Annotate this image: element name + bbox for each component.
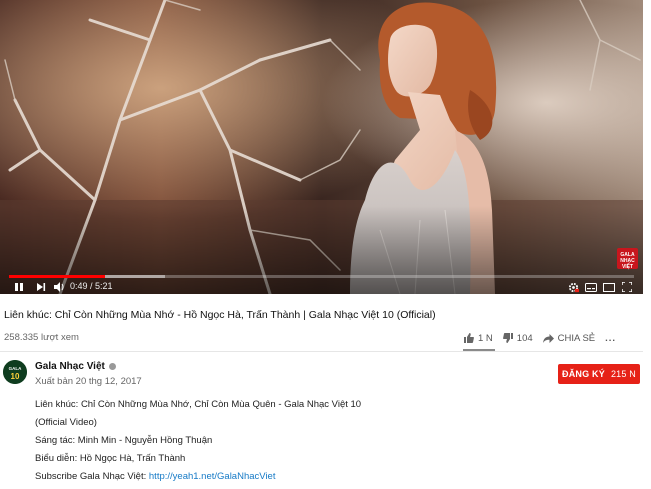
subtitles-icon: [585, 282, 597, 292]
avatar-logo: GALA 10: [3, 360, 27, 384]
subtitles-button[interactable]: [584, 280, 598, 294]
video-actions: 1 N 104 CHIA SẺ ...: [464, 331, 626, 345]
share-label: CHIA SẺ: [557, 332, 596, 344]
like-button[interactable]: 1 N: [464, 333, 493, 344]
pause-icon: [15, 283, 23, 291]
share-icon: [542, 333, 554, 343]
description-line: Subscribe Gala Nhạc Việt: http://yeah1.n…: [35, 470, 361, 488]
fullscreen-button[interactable]: [620, 280, 634, 294]
view-count: 258.335 lượt xem: [4, 332, 79, 343]
next-icon: [37, 283, 46, 291]
gear-icon: [568, 282, 579, 292]
volume-button[interactable]: [52, 280, 66, 294]
subscribe-prompt: Subscribe Gala Nhạc Việt:: [35, 471, 149, 482]
like-count: 1 N: [478, 332, 493, 344]
progress-bar[interactable]: [9, 275, 634, 278]
video-description: Liên khúc: Chỉ Còn Những Mùa Nhớ, Chỉ Cò…: [35, 398, 361, 488]
time-current: 0:49: [70, 281, 88, 291]
description-line: Liên khúc: Chỉ Còn Những Mùa Nhớ, Chỉ Cò…: [35, 399, 362, 410]
svg-text:GALA: GALA: [9, 366, 22, 371]
fullscreen-icon: [622, 282, 632, 292]
channel-link[interactable]: http://yeah1.net/GalaNhacViet: [149, 471, 276, 482]
time-total: 5:21: [95, 281, 113, 291]
video-title: Liên khúc: Chỉ Còn Những Mùa Nhớ - Hồ Ng…: [4, 309, 436, 321]
time-display: 0:49 / 5:21: [70, 280, 113, 292]
channel-avatar[interactable]: GALA 10: [3, 360, 27, 384]
pause-button[interactable]: [12, 280, 26, 294]
channel-name[interactable]: Gala Nhạc Việt: [35, 361, 105, 372]
svg-text:10: 10: [11, 372, 20, 381]
description-line: (Official Video): [35, 417, 97, 428]
next-button[interactable]: [34, 280, 48, 294]
theater-button[interactable]: [602, 280, 616, 294]
theater-icon: [603, 282, 615, 292]
video-player[interactable]: GALA NHẠC VIỆT 0:49 / 5:21: [0, 0, 643, 294]
volume-icon: [53, 282, 63, 292]
subscribe-button[interactable]: ĐĂNG KÝ 215 N: [558, 364, 640, 384]
share-button[interactable]: CHIA SẺ: [542, 332, 596, 344]
description-line: Biểu diễn: Hồ Ngọc Hà, Trấn Thành: [35, 453, 186, 464]
dislike-count: 104: [516, 332, 533, 344]
more-icon: ...: [605, 332, 617, 344]
subscribe-label: ĐĂNG KÝ: [562, 369, 605, 379]
subscriber-count: 215 N: [610, 369, 636, 379]
time-separator: /: [87, 281, 96, 291]
more-actions-button[interactable]: ...: [605, 333, 616, 344]
description-line: Sáng tác: Minh Min - Nguyễn Hồng Thuận: [35, 435, 213, 446]
thumbs-down-icon: [502, 333, 513, 343]
thumbs-up-icon: [464, 333, 474, 343]
dislike-button[interactable]: 104: [502, 332, 533, 344]
channel-name-row: Gala Nhạc Việt: [35, 361, 116, 372]
divider: [0, 351, 643, 352]
verified-icon: [108, 363, 116, 370]
channel-watermark[interactable]: GALA NHẠC VIỆT: [617, 248, 638, 270]
settings-button[interactable]: [566, 280, 580, 294]
progress-played: [9, 275, 105, 278]
publish-date: Xuất bản 20 thg 12, 2017: [35, 376, 142, 387]
video-vignette: [0, 0, 643, 294]
